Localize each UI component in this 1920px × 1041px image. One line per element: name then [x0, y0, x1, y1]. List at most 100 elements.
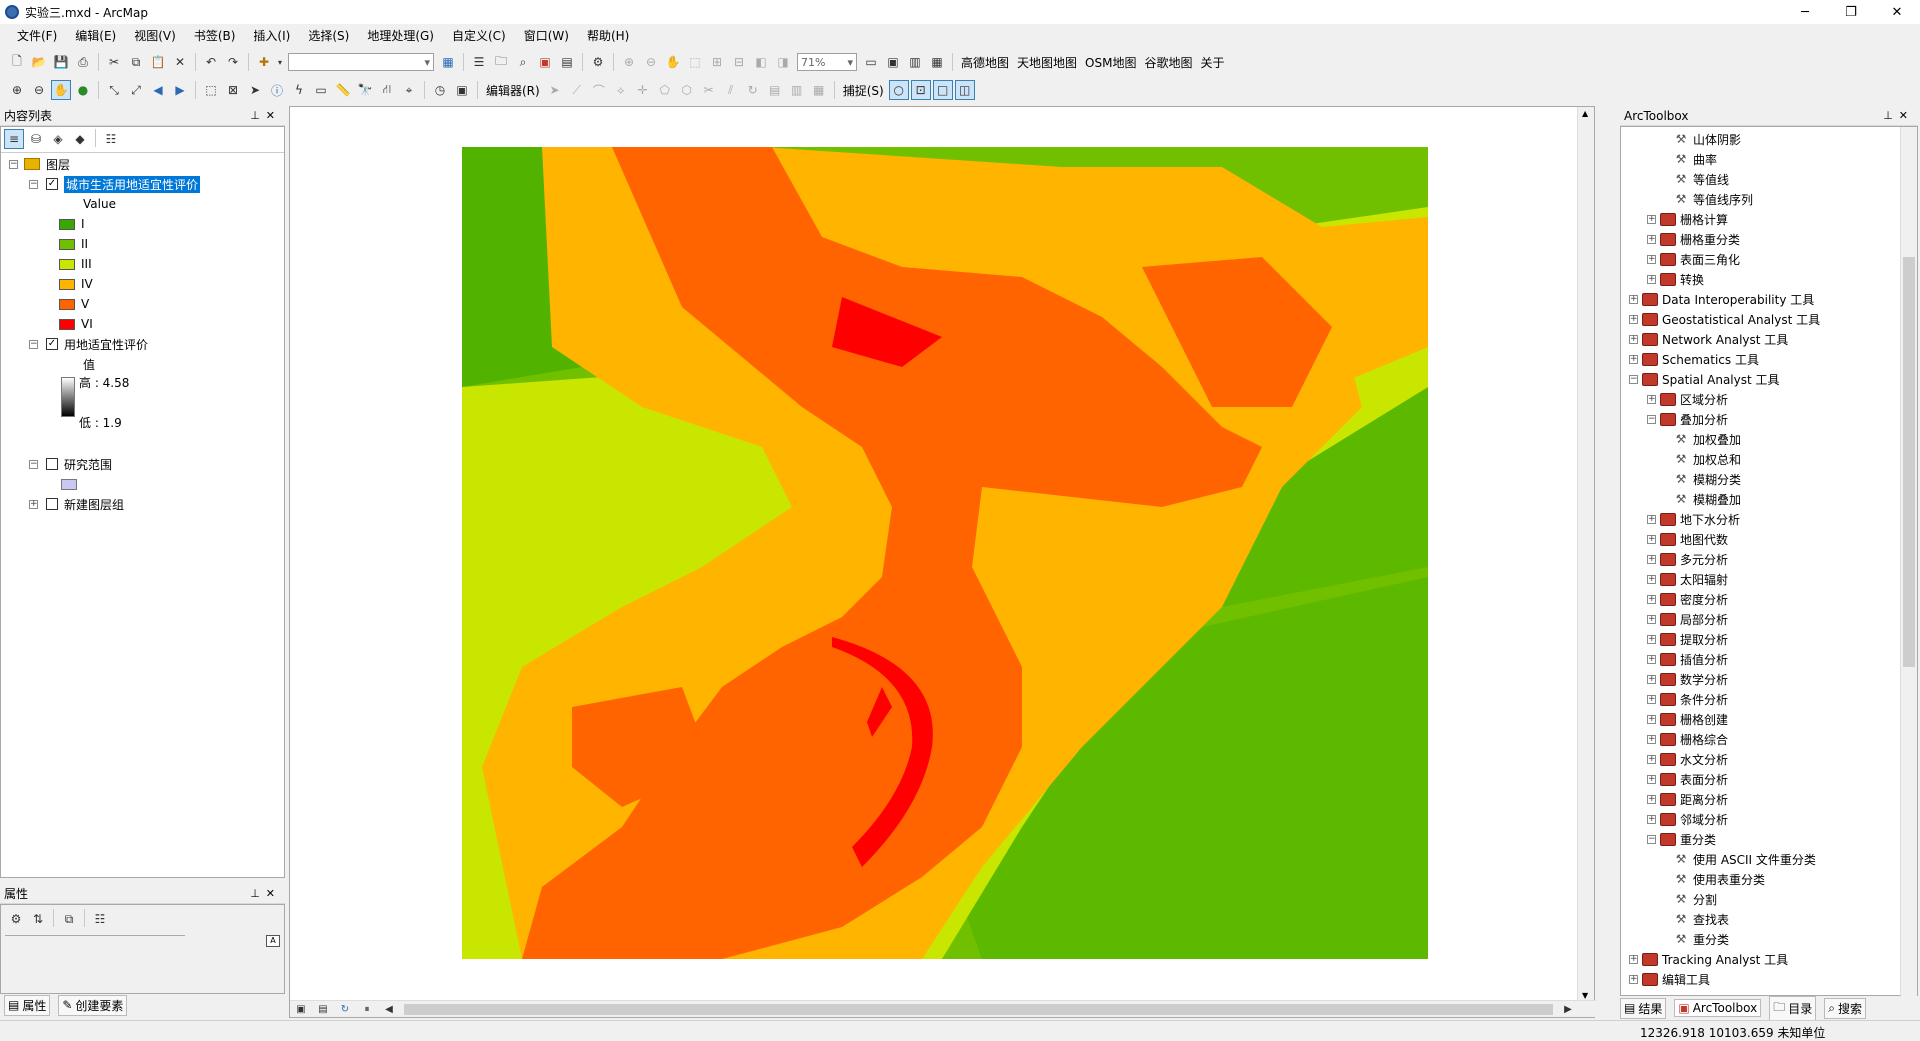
layers-root[interactable]: − 图层: [9, 155, 70, 173]
end-point-arc-icon[interactable]: ⌒: [589, 80, 609, 100]
open-folder-icon[interactable]: 📂: [29, 52, 49, 72]
toolbox-item[interactable]: + Geostatistical Analyst 工具: [1629, 309, 1820, 329]
sort-icon[interactable]: ⇅: [28, 909, 48, 929]
layer-visibility-checkbox[interactable]: ✓: [46, 338, 58, 350]
editor-menu[interactable]: 编辑器(R): [482, 82, 544, 99]
layout-view-icon[interactable]: ▤: [313, 999, 333, 1019]
tab-create-features[interactable]: ✎ 创建要素: [58, 994, 128, 1016]
layout-prev-extent-icon[interactable]: ◧: [751, 52, 771, 72]
toolbox-item[interactable]: ⚒ 模糊叠加: [1673, 489, 1741, 509]
suitability-raster-map[interactable]: [462, 147, 1428, 959]
expand-icon[interactable]: +: [1647, 514, 1656, 524]
expand-icon[interactable]: +: [1629, 334, 1638, 344]
expand-icon[interactable]: +: [1647, 634, 1656, 644]
refresh-icon[interactable]: ↻: [335, 999, 355, 1019]
print-icon[interactable]: ⎙: [73, 52, 93, 72]
toolbox-item[interactable]: − 重分类: [1647, 829, 1716, 849]
toolbox-item[interactable]: ⚒ 使用表重分类: [1673, 869, 1765, 889]
layer-land-suitability[interactable]: − ✓ 用地适宜性评价: [29, 335, 148, 353]
toolbox-item[interactable]: + 地下水分析: [1647, 509, 1740, 529]
new-document-icon[interactable]: 🗋: [7, 52, 27, 72]
point-snapping-icon[interactable]: ○: [888, 80, 909, 100]
toolbox-item[interactable]: ⚒ 等值线序列: [1673, 189, 1753, 209]
measure-icon[interactable]: 📏: [333, 80, 353, 100]
menu-help[interactable]: 帮助(H): [578, 27, 638, 44]
layer-visibility-checkbox[interactable]: ✓: [46, 178, 58, 190]
menu-selection[interactable]: 选择(S): [299, 27, 358, 44]
layer-visibility-checkbox[interactable]: [46, 458, 58, 470]
arctoolbox-icon[interactable]: ▣: [535, 52, 555, 72]
expand-icon[interactable]: +: [1647, 234, 1656, 244]
toolbox-item[interactable]: ⚒ 模糊分类: [1673, 469, 1741, 489]
expand-icon[interactable]: +: [1647, 554, 1656, 564]
sketch-properties-icon[interactable]: ▥: [787, 80, 807, 100]
end-snapping-icon[interactable]: ⊡: [910, 80, 931, 100]
toolbox-item[interactable]: − Spatial Analyst 工具: [1629, 369, 1780, 389]
expand-icon[interactable]: +: [1647, 754, 1656, 764]
layer-name[interactable]: 用地适宜性评价: [64, 336, 148, 353]
add-data-icon[interactable]: ✚: [254, 52, 274, 72]
about-menu[interactable]: 关于: [1196, 54, 1228, 71]
table-of-contents-icon[interactable]: ☰: [469, 52, 489, 72]
data-view-icon[interactable]: ▣: [291, 999, 311, 1019]
editor-toolbar-icon[interactable]: ▦: [438, 52, 458, 72]
toolbox-item[interactable]: + Data Interoperability 工具: [1629, 289, 1814, 309]
toolbox-item[interactable]: + Network Analyst 工具: [1629, 329, 1788, 349]
toolbox-item[interactable]: + 表面分析: [1647, 769, 1728, 789]
legend-class-3[interactable]: III: [59, 255, 92, 273]
layout-pan-icon[interactable]: ✋: [663, 52, 683, 72]
layer-visibility-checkbox[interactable]: [46, 498, 58, 510]
list-by-drawing-order-icon[interactable]: ≡: [4, 129, 24, 149]
tab-arctoolbox[interactable]: ▣ ArcToolbox: [1674, 999, 1762, 1017]
focus-frame-icon[interactable]: ▣: [883, 52, 903, 72]
toolbox-item[interactable]: ⚒ 使用 ASCII 文件重分类: [1673, 849, 1816, 869]
pause-drawing-icon[interactable]: ⏸: [357, 999, 377, 1019]
tab-search[interactable]: ⌕ 搜索: [1824, 997, 1866, 1019]
menu-file[interactable]: 文件(F): [8, 27, 66, 44]
map-vertical-scrollbar[interactable]: ▲ ▼: [1577, 107, 1594, 1002]
expand-icon[interactable]: +: [1647, 734, 1656, 744]
expand-icon[interactable]: +: [1629, 954, 1638, 964]
menu-geoprocessing[interactable]: 地理处理(G): [358, 27, 443, 44]
split-icon[interactable]: ⫽: [721, 80, 741, 100]
toolbox-item[interactable]: + 表面三角化: [1647, 249, 1740, 269]
properties-options-icon[interactable]: ⚙: [6, 909, 26, 929]
toolbox-item[interactable]: + 区域分析: [1647, 389, 1728, 409]
toolbox-item[interactable]: + 栅格计算: [1647, 209, 1728, 229]
toolbox-item[interactable]: + 栅格创建: [1647, 709, 1728, 729]
toolbox-item[interactable]: + Tracking Analyst 工具: [1629, 949, 1788, 969]
expand-icon[interactable]: +: [1647, 274, 1656, 284]
legend-class-4[interactable]: IV: [59, 275, 93, 293]
basemap-gaode-menu[interactable]: 高德地图: [957, 54, 1013, 71]
toolbox-item[interactable]: ⚒ 等值线: [1673, 169, 1729, 189]
go-to-xy-icon[interactable]: ⌖: [399, 80, 419, 100]
expand-icon[interactable]: +: [1647, 254, 1656, 264]
toolbox-item[interactable]: + Schematics 工具: [1629, 349, 1759, 369]
toolbox-item[interactable]: − 叠加分析: [1647, 409, 1728, 429]
expand-icon[interactable]: +: [1647, 814, 1656, 824]
scroll-down-icon[interactable]: ▼: [1582, 991, 1588, 1000]
toolbox-scroll-thumb[interactable]: [1903, 257, 1915, 667]
collapse-icon[interactable]: −: [1647, 414, 1656, 424]
toolbox-item[interactable]: + 太阳辐射: [1647, 569, 1728, 589]
expand-icon[interactable]: +: [1629, 974, 1638, 984]
toolbox-item[interactable]: + 转换: [1647, 269, 1704, 289]
legend-class-2[interactable]: II: [59, 235, 88, 253]
close-button[interactable]: ✕: [1874, 0, 1920, 24]
catalog-icon[interactable]: 🗀: [491, 52, 511, 72]
fixed-zoom-out-icon[interactable]: ⤢: [126, 80, 146, 100]
map-view[interactable]: ▲ ▼ ▣ ▤ ↻ ⏸ ◀ ▶: [289, 106, 1596, 1019]
vertex-snapping-icon[interactable]: □: [932, 80, 953, 100]
expand-icon[interactable]: +: [1647, 214, 1656, 224]
redo-icon[interactable]: ↷: [223, 52, 243, 72]
maximize-button[interactable]: ❐: [1828, 0, 1874, 24]
legend-class-5[interactable]: V: [59, 295, 89, 313]
time-slider-icon[interactable]: ◷: [430, 80, 450, 100]
zoom-out-icon[interactable]: ⊖: [29, 80, 49, 100]
layout-next-extent-icon[interactable]: ◨: [773, 52, 793, 72]
select-elements-icon[interactable]: ➤: [245, 80, 265, 100]
toolbox-item[interactable]: + 邻域分析: [1647, 809, 1728, 829]
attributes-icon[interactable]: ▤: [765, 80, 785, 100]
layer-new-group[interactable]: + 新建图层组: [29, 495, 124, 513]
edit-vertices-icon[interactable]: ⬠: [655, 80, 675, 100]
